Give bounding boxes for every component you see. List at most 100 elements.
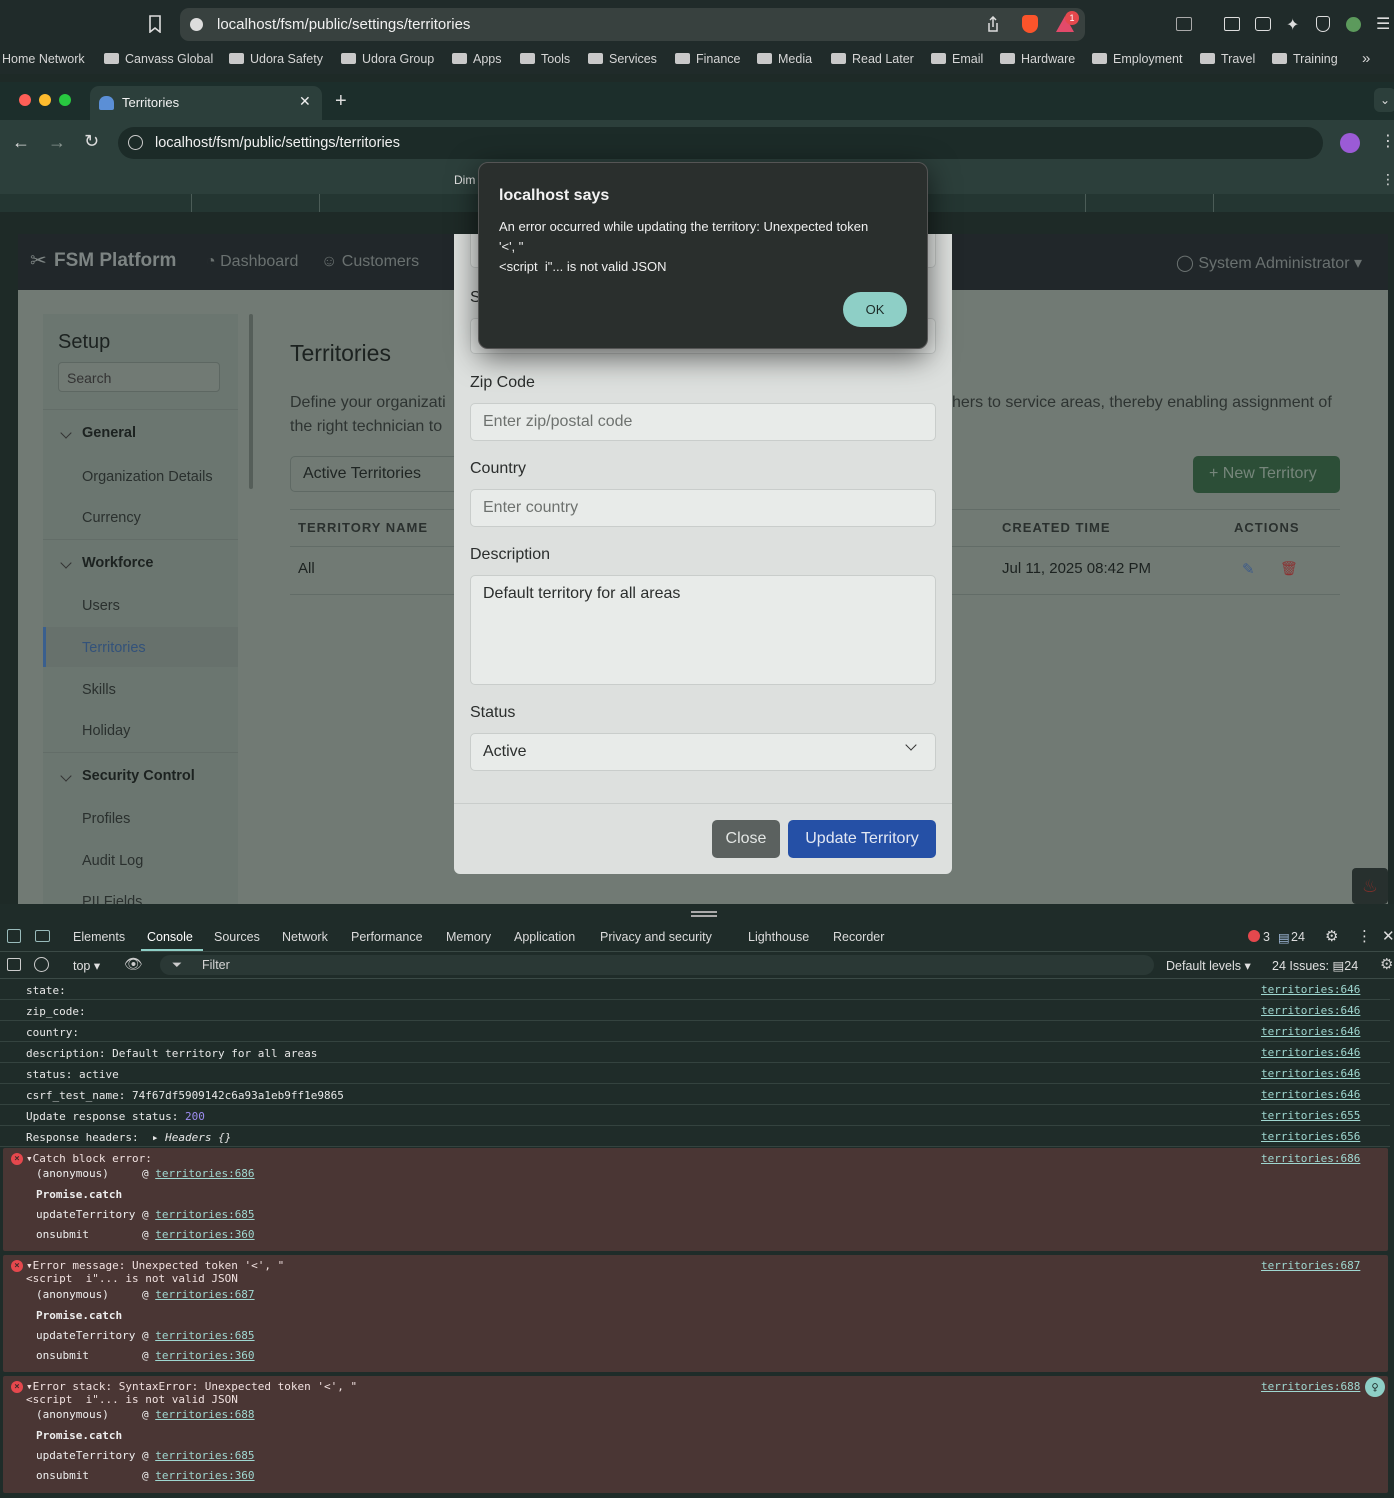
source-link[interactable]: territories:646 <box>1261 1046 1360 1059</box>
console-settings-icon[interactable]: ⚙ <box>1380 955 1393 973</box>
expandable-object[interactable]: ▸ Headers {} <box>152 1131 231 1144</box>
source-link[interactable]: territories:646 <box>1261 1025 1360 1038</box>
maximize-window-dot[interactable] <box>59 94 71 106</box>
minimize-window-dot[interactable] <box>39 94 51 106</box>
frame-link[interactable]: territories:685 <box>155 1329 254 1342</box>
frame-link[interactable]: territories:685 <box>155 1449 254 1462</box>
sidebar-icon[interactable] <box>1224 17 1240 31</box>
sidebar-search-input[interactable]: Search <box>58 362 220 392</box>
bookmark-travel[interactable]: Travel <box>1200 52 1255 66</box>
clear-console-icon[interactable] <box>34 957 49 972</box>
frame-link[interactable]: territories:685 <box>155 1208 254 1221</box>
menu-icon[interactable]: ☰ <box>1376 14 1390 34</box>
bookmark-read-later[interactable]: Read Later <box>831 52 914 66</box>
sidebar-item-audit-log[interactable]: Audit Log <box>82 853 143 869</box>
error-count[interactable]: 3 <box>1263 930 1270 944</box>
close-devtools-icon[interactable]: ✕ <box>1382 927 1394 945</box>
error-message[interactable]: ▾Error message: Unexpected token '<', " <box>26 1259 284 1272</box>
bookmark-icon[interactable] <box>148 15 162 33</box>
new-territory-button[interactable]: + New Territory <box>1193 456 1340 493</box>
zip-code-input[interactable]: Enter zip/postal code <box>470 403 936 441</box>
console-filter-input[interactable]: ⏷ Filter <box>160 955 1154 975</box>
devtools-more-icon[interactable]: ⋮ <box>1357 927 1372 945</box>
tab-memory[interactable]: Memory <box>446 930 491 944</box>
bookmark-email[interactable]: Email <box>931 52 983 66</box>
source-link[interactable]: territories:688 <box>1261 1380 1360 1393</box>
trash-icon[interactable]: 🗑 <box>1280 560 1298 577</box>
debug-toolbar-icon[interactable]: ♨ <box>1352 868 1388 904</box>
source-link[interactable]: territories:656 <box>1261 1130 1360 1143</box>
source-link[interactable]: territories:646 <box>1261 1088 1360 1101</box>
frame-link[interactable]: territories:360 <box>155 1469 254 1482</box>
sidebar-group-general[interactable]: General <box>60 425 136 441</box>
tab-privacy-security[interactable]: Privacy and security <box>600 930 712 944</box>
inner-address-bar[interactable]: localhost/fsm/public/settings/territorie… <box>118 127 1323 159</box>
tab-network[interactable]: Network <box>282 930 328 944</box>
sidebar-toggle-icon[interactable] <box>7 958 21 971</box>
leo-icon[interactable]: ✦ <box>1286 15 1299 35</box>
sidebar-item-currency[interactable]: Currency <box>82 510 141 526</box>
sidebar-scrollbar[interactable] <box>249 314 253 489</box>
eye-icon[interactable]: 👁 <box>124 955 143 973</box>
tab-performance[interactable]: Performance <box>351 930 423 944</box>
bookmark-finance[interactable]: Finance <box>675 52 740 66</box>
description-textarea[interactable]: Default territory for all areas <box>470 575 936 685</box>
tab-console[interactable]: Console <box>147 930 193 944</box>
update-territory-button[interactable]: Update Territory <box>788 820 936 858</box>
bookmark-home-network[interactable]: Home Network <box>2 52 85 66</box>
back-icon[interactable]: ← <box>12 132 30 153</box>
inspect-icon[interactable] <box>7 929 21 943</box>
reload-icon[interactable]: ↻ <box>84 131 99 152</box>
log-levels-select[interactable]: Default levels ▾ <box>1166 958 1251 973</box>
sidebar-group-workforce[interactable]: Workforce <box>60 555 153 571</box>
site-info-icon[interactable] <box>128 135 143 150</box>
sidebar-item-holiday[interactable]: Holiday <box>82 723 130 739</box>
devtools-resizer[interactable] <box>0 904 1394 924</box>
device-toggle-icon[interactable] <box>35 930 50 942</box>
bookmark-tools[interactable]: Tools <box>520 52 570 66</box>
edit-icon[interactable]: ✎ <box>1242 560 1255 578</box>
source-link[interactable]: territories:687 <box>1261 1259 1360 1272</box>
wallet-icon[interactable] <box>1255 17 1271 31</box>
nav-dashboard[interactable]: ◔ Dashboard <box>206 253 298 271</box>
tab-lighthouse[interactable]: Lighthouse <box>748 930 809 944</box>
ai-insight-icon[interactable]: ♀ <box>1365 1377 1385 1397</box>
source-link[interactable]: territories:646 <box>1261 1067 1360 1080</box>
ok-button[interactable]: OK <box>843 292 907 327</box>
message-count[interactable]: 24 <box>1291 930 1305 944</box>
frame-link[interactable]: territories:688 <box>155 1408 254 1421</box>
nav-customers[interactable]: ☺ Customers <box>321 253 419 271</box>
error-message[interactable]: ▾Error stack: SyntaxError: Unexpected to… <box>26 1380 357 1393</box>
share-icon[interactable] <box>986 16 1000 32</box>
outer-address-bar[interactable]: localhost/fsm/public/settings/territorie… <box>180 8 1085 41</box>
bookmark-employment[interactable]: Employment <box>1092 52 1182 66</box>
tab-territories[interactable]: Territories ✕ <box>90 86 322 120</box>
tab-recorder[interactable]: Recorder <box>833 930 884 944</box>
sidebar-item-pii[interactable]: PII Fields <box>82 894 142 904</box>
bookmark-hardware[interactable]: Hardware <box>1000 52 1075 66</box>
source-link[interactable]: territories:646 <box>1261 1004 1360 1017</box>
status-select[interactable]: Active <box>470 733 936 771</box>
brave-shield-icon[interactable] <box>1022 15 1038 33</box>
tab-sources[interactable]: Sources <box>214 930 260 944</box>
more-icon[interactable]: ⋮ <box>1380 131 1394 151</box>
error-message[interactable]: ▾Catch block error: <box>26 1152 152 1165</box>
bookmark-canvass-global[interactable]: Canvass Global <box>104 52 213 66</box>
settings-gear-icon[interactable]: ⚙ <box>1325 927 1338 945</box>
info-icon[interactable] <box>190 18 203 31</box>
profile-icon[interactable] <box>1340 133 1360 153</box>
chevron-right-icon[interactable]: » <box>1362 50 1370 67</box>
country-input[interactable]: Enter country <box>470 489 936 527</box>
bookmark-udora-group[interactable]: Udora Group <box>341 52 434 66</box>
bookmark-training[interactable]: Training <box>1272 52 1338 66</box>
tab-search-icon[interactable]: ⌄ <box>1374 88 1394 112</box>
sidebar-item-users[interactable]: Users <box>82 598 120 614</box>
profile-avatar[interactable] <box>1346 17 1361 32</box>
new-tab-button[interactable]: + <box>335 90 347 113</box>
brand[interactable]: FSM Platform <box>54 250 176 272</box>
tab-application[interactable]: Application <box>514 930 575 944</box>
close-window-dot[interactable] <box>19 94 31 106</box>
close-button[interactable]: Close <box>712 820 780 858</box>
sidebar-item-profiles[interactable]: Profiles <box>82 811 130 827</box>
sidebar-item-organization[interactable]: Organization Details <box>82 469 213 485</box>
